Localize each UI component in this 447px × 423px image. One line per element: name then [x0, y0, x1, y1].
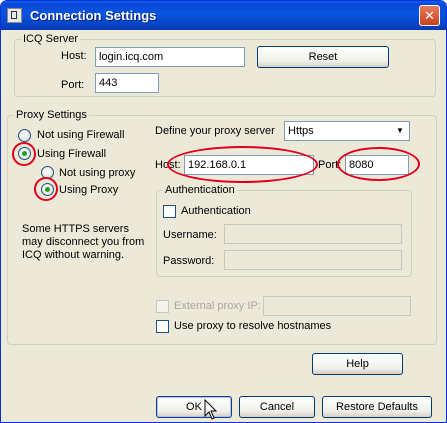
close-button[interactable]: ✕: [419, 5, 440, 26]
authentication-checkbox[interactable]: [163, 205, 176, 218]
password-label: Password:: [163, 255, 215, 267]
chevron-down-icon[interactable]: ▼: [392, 123, 408, 139]
resolve-hostnames-checkbox[interactable]: [156, 320, 169, 333]
proxy-port-label: Port:: [318, 159, 342, 171]
proxy-port-input[interactable]: 8080: [345, 155, 409, 175]
cancel-button[interactable]: Cancel: [239, 396, 315, 418]
not-using-firewall-label[interactable]: Not using Firewall: [37, 129, 124, 141]
external-proxy-ip-checkbox[interactable]: [156, 300, 169, 313]
username-label: Username:: [163, 229, 217, 241]
help-button[interactable]: Help: [312, 353, 403, 375]
authentication-checkbox-label[interactable]: Authentication: [181, 205, 251, 217]
app-icon: [7, 8, 22, 23]
server-port-input[interactable]: 443: [95, 73, 159, 93]
username-input[interactable]: [224, 224, 402, 244]
using-firewall-label[interactable]: Using Firewall: [37, 148, 106, 160]
window-title: Connection Settings: [30, 8, 157, 23]
title-bar[interactable]: Connection Settings ✕: [1, 1, 446, 30]
resolve-hostnames-label[interactable]: Use proxy to resolve hostnames: [174, 320, 331, 332]
external-proxy-ip-label: External proxy IP:: [174, 300, 261, 312]
proxy-settings-legend: Proxy Settings: [16, 109, 87, 121]
using-firewall-radio[interactable]: [18, 147, 31, 160]
icq-server-legend: ICQ Server: [23, 33, 79, 45]
restore-defaults-button[interactable]: Restore Defaults: [322, 396, 432, 418]
https-warning-note: Some HTTPS servers may disconnect you fr…: [22, 223, 145, 261]
authentication-legend: Authentication: [165, 184, 235, 196]
password-input[interactable]: [224, 250, 402, 270]
not-using-proxy-radio[interactable]: [41, 166, 54, 179]
connection-settings-dialog: Connection Settings ✕ ICQ Server Host: l…: [0, 0, 447, 423]
server-host-input[interactable]: login.icq.com: [95, 47, 245, 67]
proxy-type-value: Https: [288, 125, 314, 137]
using-proxy-label[interactable]: Using Proxy: [59, 184, 118, 196]
proxy-host-label: Host:: [155, 159, 181, 171]
ok-button[interactable]: OK: [156, 396, 232, 418]
mouse-cursor-icon: [204, 399, 218, 420]
using-proxy-radio[interactable]: [41, 183, 54, 196]
server-port-label: Port:: [61, 79, 85, 91]
reset-button[interactable]: Reset: [257, 46, 389, 68]
proxy-type-select[interactable]: Https ▼: [284, 121, 410, 141]
proxy-host-input[interactable]: 192.168.0.1: [184, 155, 314, 175]
external-proxy-ip-input[interactable]: [263, 296, 411, 316]
define-proxy-label: Define your proxy server: [155, 125, 275, 137]
server-host-label: Host:: [61, 50, 87, 62]
not-using-proxy-label[interactable]: Not using proxy: [59, 167, 135, 179]
not-using-firewall-radio[interactable]: [18, 129, 31, 142]
